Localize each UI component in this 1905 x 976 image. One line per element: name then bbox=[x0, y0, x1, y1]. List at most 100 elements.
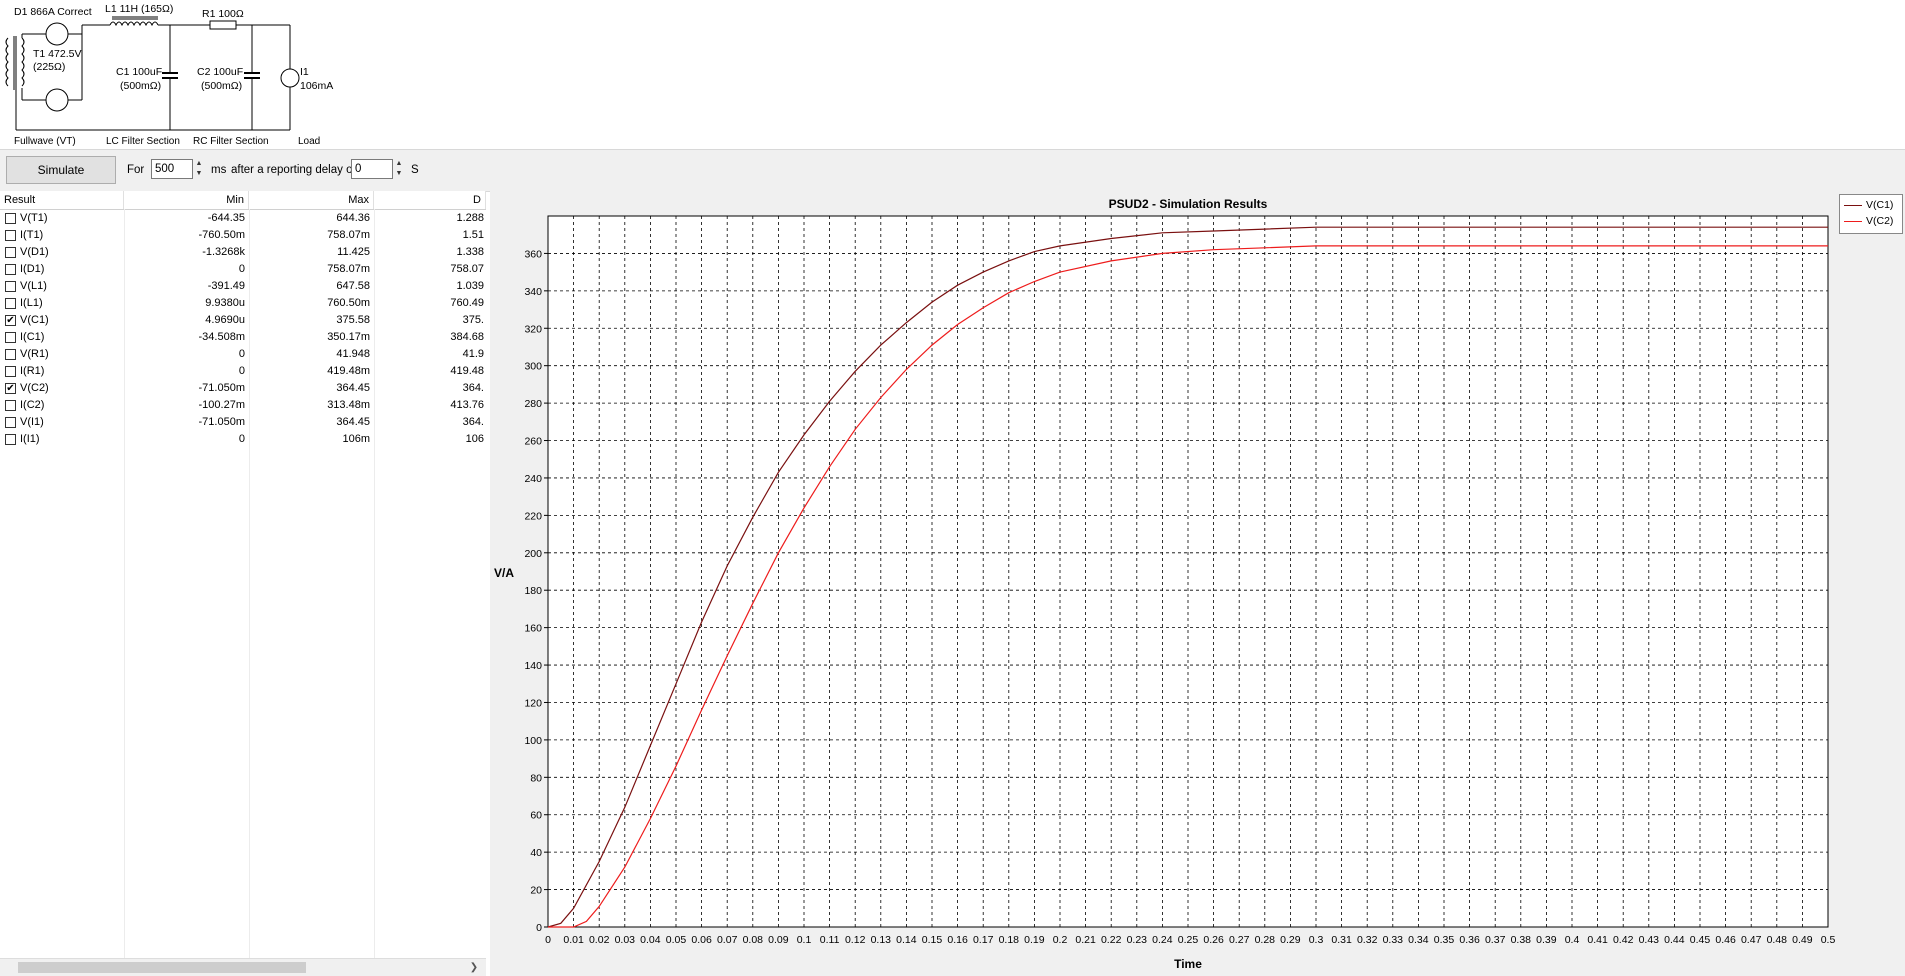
x-tick-label: 0.24 bbox=[1152, 934, 1173, 946]
row-checkbox[interactable] bbox=[5, 400, 16, 411]
row-checkbox[interactable]: ✔ bbox=[5, 383, 16, 394]
x-tick-label: 0.34 bbox=[1408, 934, 1429, 946]
row-checkbox[interactable] bbox=[5, 281, 16, 292]
y-tick-label: 180 bbox=[524, 585, 542, 597]
column-header-min[interactable]: Min bbox=[124, 191, 249, 209]
x-tick-label: 0.08 bbox=[743, 934, 764, 946]
y-tick-label: 280 bbox=[524, 398, 542, 410]
table-row[interactable]: V(D1) -1.3268k 11.425 1.338 bbox=[0, 244, 486, 261]
x-tick-label: 0.16 bbox=[947, 934, 968, 946]
table-row[interactable]: I(C2) -100.27m 313.48m 413.76 bbox=[0, 397, 486, 414]
scroll-right-icon[interactable]: ❯ bbox=[466, 959, 482, 976]
column-header-d[interactable]: D bbox=[374, 191, 486, 209]
result-d: 413.76 bbox=[450, 399, 484, 411]
row-checkbox[interactable] bbox=[5, 264, 16, 275]
result-d: 384.68 bbox=[450, 331, 484, 343]
result-name: I(L1) bbox=[20, 297, 43, 309]
x-tick-label: 0.2 bbox=[1053, 934, 1068, 946]
table-row[interactable]: V(R1) 0 41.948 41.9 bbox=[0, 346, 486, 363]
c1-value-label: C1 100uF bbox=[116, 66, 163, 78]
table-row[interactable]: I(R1) 0 419.48m 419.48 bbox=[0, 363, 486, 380]
spin-up-icon[interactable]: ▲ bbox=[193, 159, 205, 169]
result-name: V(R1) bbox=[20, 348, 49, 360]
scrollbar-thumb[interactable] bbox=[18, 962, 306, 973]
result-name: V(L1) bbox=[20, 280, 47, 292]
chart-legend: V(C1) V(C2) bbox=[1839, 194, 1903, 234]
row-checkbox[interactable] bbox=[5, 247, 16, 258]
d1-label: D1 866A Correct bbox=[14, 6, 92, 18]
result-name: V(D1) bbox=[20, 246, 49, 258]
circuit-schematic[interactable]: D1 866A Correct L1 11H (165Ω) R1 100Ω T1… bbox=[0, 0, 1905, 149]
x-tick-label: 0.15 bbox=[922, 934, 943, 946]
spin-down-icon[interactable]: ▼ bbox=[193, 169, 205, 179]
x-tick-label: 0.4 bbox=[1565, 934, 1580, 946]
x-tick-label: 0.29 bbox=[1280, 934, 1301, 946]
y-tick-label: 60 bbox=[530, 810, 542, 822]
x-tick-label: 0.38 bbox=[1511, 934, 1532, 946]
x-tick-label: 0.39 bbox=[1536, 934, 1557, 946]
result-d: 364. bbox=[462, 382, 484, 394]
x-tick-label: 0.32 bbox=[1357, 934, 1378, 946]
table-row[interactable]: I(C1) -34.508m 350.17m 384.68 bbox=[0, 329, 486, 346]
row-checkbox[interactable] bbox=[5, 332, 16, 343]
x-tick-label: 0.41 bbox=[1587, 934, 1608, 946]
row-checkbox[interactable] bbox=[5, 417, 16, 428]
legend-swatch bbox=[1844, 205, 1862, 206]
table-row[interactable]: V(I1) -71.050m 364.45 364. bbox=[0, 414, 486, 431]
spin-down-icon[interactable]: ▼ bbox=[393, 169, 405, 179]
result-d: 375. bbox=[462, 314, 484, 326]
result-min: -71.050m bbox=[198, 382, 245, 394]
column-header-max[interactable]: Max bbox=[249, 191, 374, 209]
x-tick-label: 0.44 bbox=[1664, 934, 1685, 946]
row-checkbox[interactable] bbox=[5, 366, 16, 377]
result-min: 4.9690u bbox=[205, 314, 245, 326]
table-row[interactable]: V(T1) -644.35 644.36 1.288 bbox=[0, 210, 486, 227]
y-tick-label: 20 bbox=[530, 885, 542, 897]
c2-value-label: C2 100uF bbox=[197, 66, 244, 78]
y-tick-label: 100 bbox=[524, 735, 542, 747]
table-row[interactable]: I(I1) 0 106m 106 bbox=[0, 431, 486, 448]
c2-esr-label: (500mΩ) bbox=[201, 80, 243, 92]
row-checkbox[interactable] bbox=[5, 434, 16, 445]
results-table[interactable]: Result Min Max D V(T1) -644.35 644.36 1.288… bbox=[0, 191, 486, 976]
result-max: 364.45 bbox=[336, 382, 370, 394]
result-max: 375.58 bbox=[336, 314, 370, 326]
table-row[interactable]: ✔ V(C2) -71.050m 364.45 364. bbox=[0, 380, 486, 397]
result-name: I(C1) bbox=[20, 331, 45, 343]
row-checkbox[interactable] bbox=[5, 349, 16, 360]
row-checkbox[interactable] bbox=[5, 298, 16, 309]
duration-input[interactable] bbox=[151, 159, 193, 179]
result-max: 313.48m bbox=[327, 399, 370, 411]
column-header-result[interactable]: Result bbox=[0, 191, 124, 209]
horizontal-scrollbar[interactable]: ❯ bbox=[0, 958, 486, 976]
ms-label: ms bbox=[211, 164, 227, 176]
y-tick-label: 40 bbox=[530, 847, 542, 859]
spin-up-icon[interactable]: ▲ bbox=[393, 159, 405, 169]
result-max: 758.07m bbox=[327, 229, 370, 241]
checkmark-icon: ✔ bbox=[6, 315, 15, 326]
x-axis-label: Time bbox=[1174, 957, 1202, 971]
simulation-toolbar: Simulate For ▲ ▼ ms after a reporting de… bbox=[0, 149, 1905, 192]
row-checkbox[interactable] bbox=[5, 213, 16, 224]
table-row[interactable]: I(T1) -760.50m 758.07m 1.51 bbox=[0, 227, 486, 244]
result-max: 419.48m bbox=[327, 365, 370, 377]
x-tick-label: 0.09 bbox=[768, 934, 789, 946]
row-checkbox[interactable] bbox=[5, 230, 16, 241]
delay-spinner[interactable]: ▲ ▼ bbox=[393, 159, 405, 179]
duration-spinner[interactable]: ▲ ▼ bbox=[193, 159, 205, 179]
result-name: I(R1) bbox=[20, 365, 45, 377]
row-checkbox[interactable]: ✔ bbox=[5, 315, 16, 326]
x-tick-label: 0.11 bbox=[820, 934, 840, 946]
table-row[interactable]: V(L1) -391.49 647.58 1.039 bbox=[0, 278, 486, 295]
simulate-button[interactable]: Simulate bbox=[6, 156, 116, 184]
result-d: 1.51 bbox=[462, 229, 484, 241]
result-d: 419.48 bbox=[450, 365, 484, 377]
table-row[interactable]: ✔ V(C1) 4.9690u 375.58 375. bbox=[0, 312, 486, 329]
delay-input[interactable] bbox=[351, 159, 393, 179]
result-max: 41.948 bbox=[336, 348, 370, 360]
table-row[interactable]: I(L1) 9.9380u 760.50m 760.49 bbox=[0, 295, 486, 312]
table-row[interactable]: I(D1) 0 758.07m 758.07 bbox=[0, 261, 486, 278]
results-chart[interactable]: 0 0.01 0.02 0.03 0.04 0.05 0.06 0.07 0.08 0.09 0.1… bbox=[490, 191, 1905, 976]
section-rc-filter-label: RC Filter Section bbox=[193, 136, 269, 147]
result-min: -71.050m bbox=[198, 416, 245, 428]
